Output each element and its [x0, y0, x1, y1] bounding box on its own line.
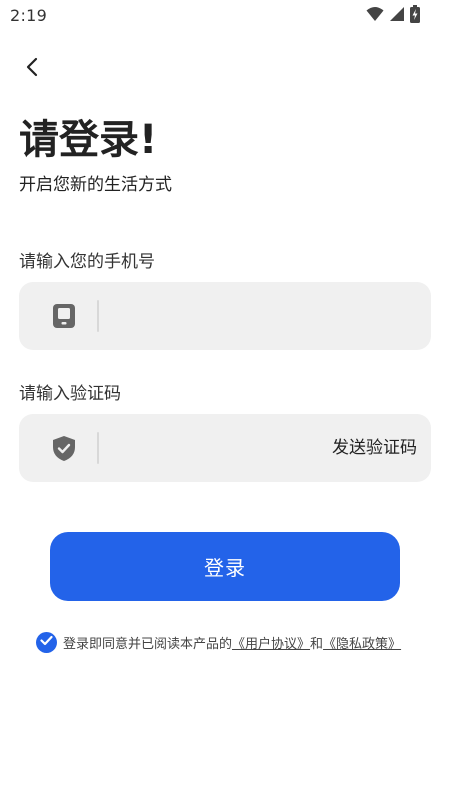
agree-checkbox[interactable] — [36, 631, 57, 653]
battery-charging-icon — [410, 5, 420, 27]
checkmark-icon — [40, 635, 53, 650]
privacy-policy-link[interactable]: 《隐私政策》 — [323, 633, 401, 652]
page-subtitle: 开启您新的生活方式 — [19, 175, 172, 195]
code-field-label: 请输入验证码 — [19, 384, 121, 404]
phone-icon — [50, 302, 78, 330]
user-agreement-link[interactable]: 《用户协议》 — [232, 633, 310, 652]
signal-icon — [389, 6, 405, 26]
agreement-conjunction: 和 — [310, 636, 324, 652]
chevron-left-icon — [24, 57, 40, 81]
login-button[interactable]: 登录 — [50, 532, 400, 601]
phone-field-divider — [97, 300, 99, 332]
code-input-box[interactable]: 发送验证码 — [19, 414, 431, 482]
code-input[interactable] — [111, 428, 331, 468]
status-time: 2:19 — [10, 6, 48, 25]
agreement-row: 登录即同意并已阅读本产品的 《用户协议》 和 《隐私政策》 — [36, 631, 401, 653]
phone-field-label: 请输入您的手机号 — [19, 252, 155, 272]
agreement-prefix: 登录即同意并已阅读本产品的 — [63, 636, 233, 652]
page-title: 请登录! — [19, 117, 158, 163]
wifi-icon — [366, 6, 384, 26]
code-field-divider — [97, 432, 99, 464]
status-bar: 2:19 — [0, 0, 450, 32]
shield-check-icon — [50, 434, 78, 462]
back-button[interactable] — [18, 55, 46, 83]
phone-input[interactable] — [111, 296, 331, 336]
send-code-button[interactable]: 发送验证码 — [332, 436, 417, 460]
phone-input-box[interactable] — [19, 282, 431, 350]
status-icons — [366, 5, 420, 27]
